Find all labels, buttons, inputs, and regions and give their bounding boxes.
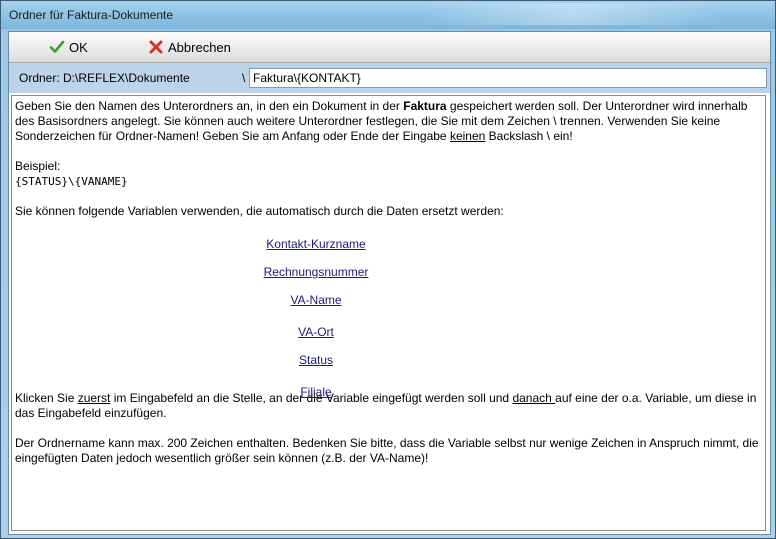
variable-link-va-ort[interactable]: VA-Ort <box>298 325 334 340</box>
variable-link-rechnungsnummer[interactable]: Rechnungsnummer <box>264 265 369 280</box>
variables-intro: Sie können folgende Variablen verwenden,… <box>15 204 504 218</box>
title-bar-glow <box>421 3 721 25</box>
path-separator: \ <box>242 71 246 85</box>
base-folder-label: Ordner: D:\REFLEX\Dokumente <box>19 71 190 85</box>
window-title: Ordner für Faktura-Dokumente <box>9 8 174 22</box>
variable-link-kontakt-kurzname[interactable]: Kontakt-Kurzname <box>266 237 365 252</box>
variable-link-filiale[interactable]: Filiale <box>300 385 331 400</box>
cancel-button[interactable]: Abbrechen <box>148 37 231 57</box>
toolbar: OK Abbrechen <box>9 32 770 63</box>
variable-links: Kontakt-Kurzname Rechnungsnummer VA-Name… <box>15 219 762 399</box>
variable-link-va-name[interactable]: VA-Name <box>290 293 341 308</box>
title-bar[interactable]: Ordner für Faktura-Dokumente <box>1 1 775 29</box>
example-label: Beispiel: <box>15 159 61 173</box>
help-text-panel: Geben Sie den Namen des Unterordners an,… <box>11 95 766 531</box>
red-x-icon <box>148 39 164 55</box>
example-code: {STATUS}\{VANAME} <box>15 175 128 188</box>
subfolder-input[interactable] <box>249 68 767 88</box>
click-instructions: Klicken Sie zuerst im Eingabefeld an die… <box>15 391 757 420</box>
dialog-window: Ordner für Faktura-Dokumente OK Abbreche… <box>0 0 776 539</box>
length-limit-note: Der Ordnername kann max. 200 Zeichen ent… <box>15 436 759 465</box>
cancel-button-label: Abbrechen <box>168 39 231 55</box>
checkmark-icon <box>49 39 65 55</box>
intro-paragraph: Geben Sie den Namen des Unterordners an,… <box>15 99 748 143</box>
variable-link-status[interactable]: Status <box>299 353 333 368</box>
dialog-client-area: OK Abbrechen Ordner: D:\REFLEX\Dokumente… <box>8 31 771 535</box>
folder-path-bar: Ordner: D:\REFLEX\Dokumente \ <box>9 63 770 93</box>
ok-button[interactable]: OK <box>49 37 88 57</box>
ok-button-label: OK <box>69 39 88 55</box>
